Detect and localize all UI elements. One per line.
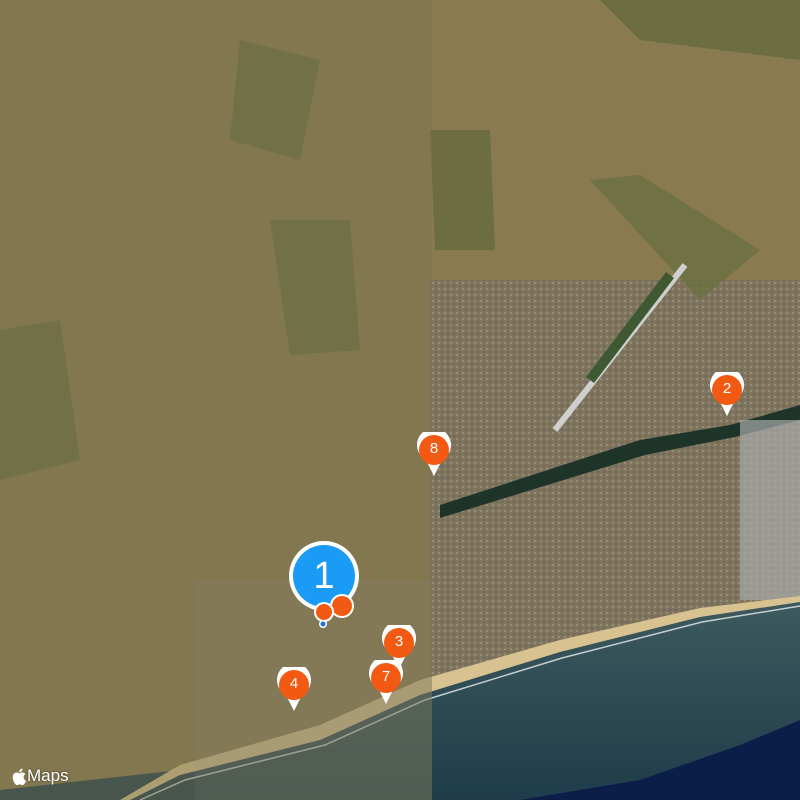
- stacked-pins[interactable]: [310, 594, 360, 630]
- map-pin-4[interactable]: 4: [276, 667, 312, 713]
- port-area: [740, 420, 800, 600]
- map-pin-2[interactable]: 2: [709, 372, 745, 418]
- cluster-count: 1: [313, 555, 335, 597]
- apple-logo-icon: [12, 768, 26, 785]
- maps-label: Maps: [27, 766, 69, 785]
- maps-attribution[interactable]: Maps: [12, 766, 69, 786]
- stacked-pin-icon: [314, 594, 354, 628]
- map-pin-8[interactable]: 8: [416, 432, 452, 478]
- map-pin-7[interactable]: 7: [368, 660, 404, 706]
